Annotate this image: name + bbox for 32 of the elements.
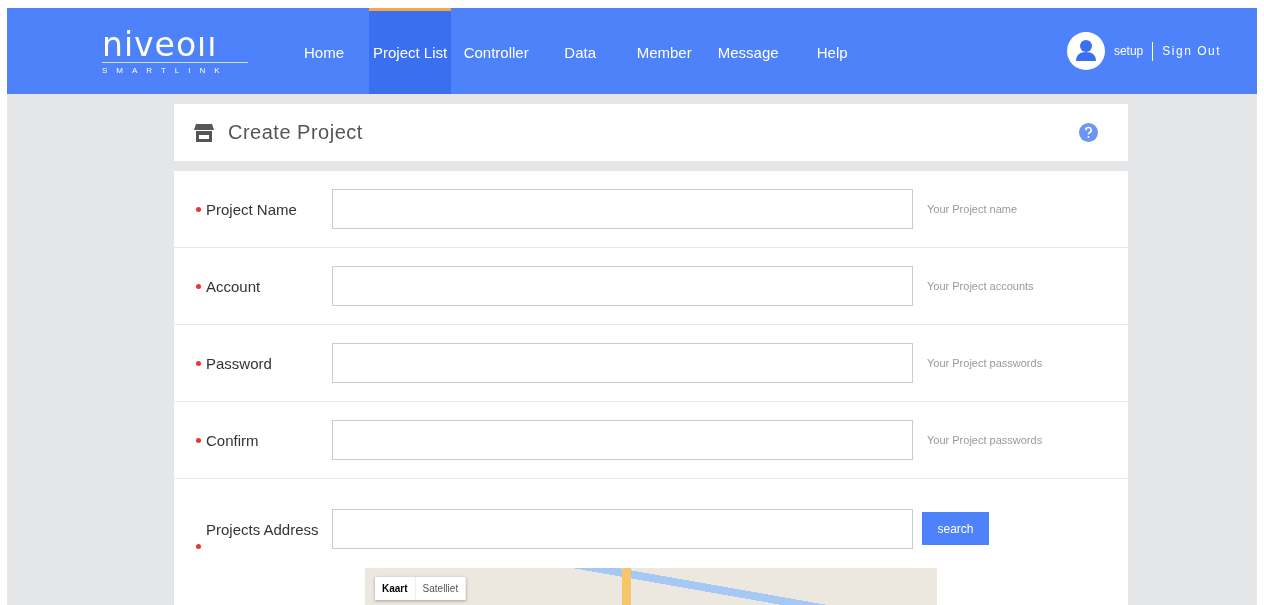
field-label: Projects Address <box>206 519 320 540</box>
field-label: Account <box>206 277 262 295</box>
search-button[interactable]: search <box>922 512 989 545</box>
user-name: setup <box>1113 44 1144 58</box>
help-icon[interactable] <box>1079 123 1098 142</box>
input-field[interactable] <box>332 343 913 383</box>
nav-item[interactable]: Project List <box>369 8 452 94</box>
field-hint: Your Project accounts <box>927 280 1034 292</box>
field-hint: Your Project passwords <box>927 357 1043 369</box>
field-label: Confirm <box>206 431 260 449</box>
input-field[interactable] <box>332 189 913 229</box>
map-type-button[interactable]: Kaart <box>375 577 416 600</box>
store-icon <box>194 123 214 142</box>
nav-item[interactable]: Home <box>285 8 363 94</box>
sign-out-link[interactable]: Sign Out <box>1162 44 1221 58</box>
map-type-button[interactable]: Satelliet <box>415 577 467 600</box>
logo-wordmark: niveoıı <box>102 27 248 63</box>
field-hint: Your Project passwords <box>927 434 1043 446</box>
nav-item[interactable]: Help <box>793 8 872 94</box>
page-title: Create Project <box>228 121 363 144</box>
nav-item[interactable]: Member <box>625 8 704 94</box>
nav-item[interactable]: Data <box>541 8 620 94</box>
input-field[interactable] <box>332 266 913 306</box>
nav-item[interactable]: Message <box>709 8 788 94</box>
field-label: Password <box>206 354 273 372</box>
field-label: Project Name <box>206 200 298 218</box>
nav-item[interactable]: Controller <box>457 8 536 94</box>
logo-tagline: SMARTLINK <box>102 65 230 75</box>
field-hint: Your Project name <box>927 203 1018 215</box>
user-avatar-icon[interactable] <box>1066 32 1105 70</box>
input-field[interactable] <box>332 420 913 460</box>
address-field[interactable] <box>332 509 913 549</box>
